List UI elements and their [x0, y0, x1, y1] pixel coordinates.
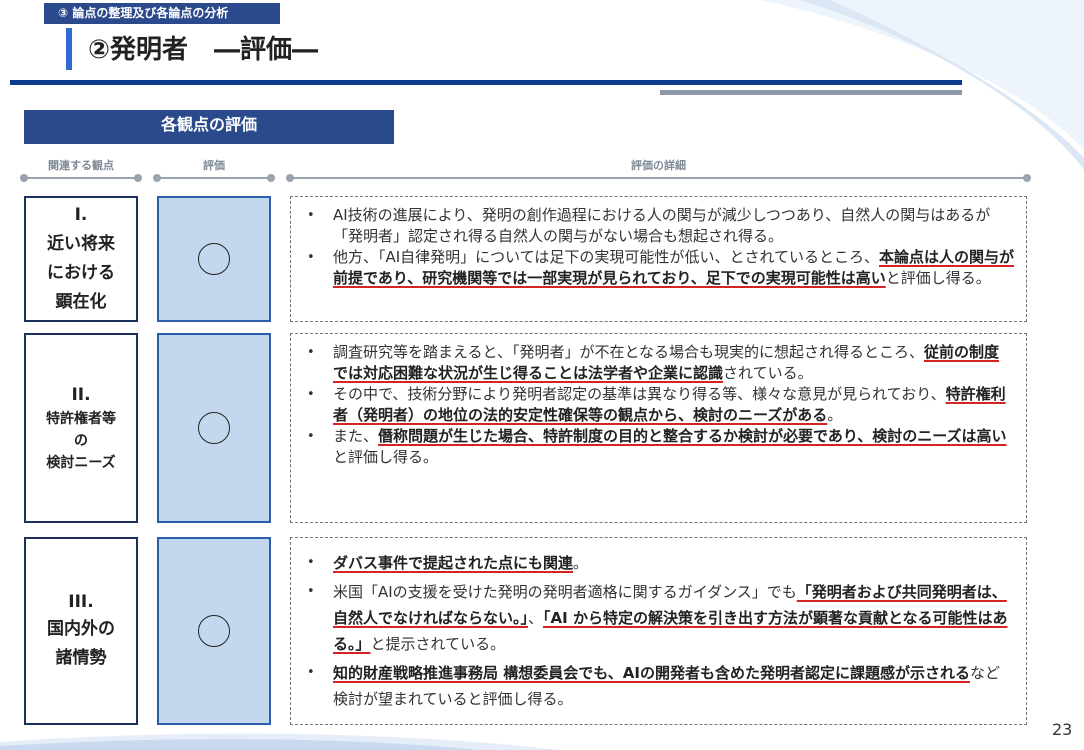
- viewpoint-label-line: 諸情勢: [55, 648, 107, 668]
- bullet-text: また、: [333, 427, 379, 445]
- title-rule-accent: [660, 90, 962, 95]
- evaluation-heading: 各観点の評価: [24, 110, 394, 144]
- detail-box-1: AI技術の進展により、発明の創作過程における人の関与が減少しつつあり、自然人の関…: [290, 196, 1027, 322]
- section-tag: ③ 論点の整理及び各論点の分析: [44, 3, 280, 24]
- detail-bullet: ダバス事件で提起された点にも関連。: [307, 550, 1014, 576]
- column-header-viewpoint: 関連する観点: [48, 159, 114, 172]
- bullet-text: されている。: [723, 364, 813, 382]
- viewpoint-label-line: の: [74, 433, 88, 449]
- viewpoint-number: I.: [74, 205, 88, 225]
- viewpoint-label-1: I. 近い将来 における 顕在化: [24, 196, 138, 322]
- viewpoint-label-line: 特許権者等: [46, 411, 116, 427]
- rating-cell-1: [157, 196, 271, 322]
- bullet-text: その中で、技術分野により発明者認定の基準は異なり得る等、様々な意見が見られており…: [333, 385, 946, 403]
- rating-circle-icon: [198, 615, 230, 647]
- bullet-text: と評価し得る。: [885, 269, 991, 287]
- bullet-text: AI技術の進展により、発明の創作過程における人の関与が減少しつつあり、自然人の関…: [333, 206, 991, 245]
- title-accent-bar: [66, 28, 72, 70]
- rating-cell-3: [157, 537, 271, 725]
- rating-cell-2: [157, 333, 271, 523]
- bullet-text: 米国「AIの支援を受けた発明の発明者適格に関するガイダンス」でも: [333, 583, 797, 601]
- emphasized-text: 知的財産戦略推進事務局 構想委員会でも、AIの開発者も含めた発明者認定に課題感が…: [333, 664, 970, 682]
- column-divider-details: [290, 177, 1027, 179]
- page-title: ②発明者 ―評価―: [88, 35, 319, 65]
- rating-circle-icon: [198, 243, 230, 275]
- emphasized-text: ダバス事件で提起された点にも関連: [333, 554, 574, 572]
- bullet-text: と提示されている。: [370, 635, 506, 653]
- bullet-text: 。: [573, 554, 589, 572]
- viewpoint-label-line: 近い将来: [47, 234, 115, 254]
- detail-list: ダバス事件で提起された点にも関連。米国「AIの支援を受けた発明の発明者適格に関す…: [307, 550, 1014, 712]
- viewpoint-label-2: II. 特許権者等 の 検討ニーズ: [24, 333, 138, 523]
- detail-bullet: 調査研究等を踏まえると、「発明者」が不在となる場合も現実的に想起され得るところ、…: [307, 342, 1014, 384]
- detail-bullet: 知的財産戦略推進事務局 構想委員会でも、AIの開発者も含めた発明者認定に課題感が…: [307, 660, 1014, 712]
- bullet-text: と評価し得る。: [333, 448, 439, 466]
- viewpoint-label-line: 検討ニーズ: [46, 455, 116, 471]
- column-header-details: 評価の詳細: [631, 159, 686, 172]
- bullet-text: 他方、「AI自律発明」については足下の実現可能性が低い、とされているところ、: [333, 248, 879, 266]
- detail-box-2: 調査研究等を踏まえると、「発明者」が不在となる場合も現実的に想起され得るところ、…: [290, 333, 1027, 523]
- detail-list: AI技術の進展により、発明の創作過程における人の関与が減少しつつあり、自然人の関…: [307, 205, 1014, 289]
- detail-list: 調査研究等を踏まえると、「発明者」が不在となる場合も現実的に想起され得るところ、…: [307, 342, 1014, 468]
- column-divider-dot: [286, 174, 294, 182]
- column-divider-dot: [267, 174, 275, 182]
- emphasized-text: 僭称問題が生じた場合、特許制度の目的と整合するか検討が必要であり、検討のニーズは…: [378, 427, 1007, 445]
- viewpoint-label-line: 顕在化: [55, 292, 107, 312]
- detail-box-3: ダバス事件で提起された点にも関連。米国「AIの支援を受けた発明の発明者適格に関す…: [290, 537, 1027, 725]
- detail-bullet: AI技術の進展により、発明の創作過程における人の関与が減少しつつあり、自然人の関…: [307, 205, 1014, 247]
- bullet-text: 調査研究等を踏まえると、「発明者」が不在となる場合も現実的に想起され得るところ、: [333, 343, 925, 361]
- column-divider-dot: [20, 174, 28, 182]
- column-divider-viewpoint: [24, 177, 138, 179]
- column-header-rating: 評価: [203, 159, 225, 172]
- bullet-text: 、: [528, 609, 544, 627]
- bullet-text: 。: [827, 406, 843, 424]
- page-number: 23: [1052, 720, 1073, 739]
- column-divider-dot: [1023, 174, 1031, 182]
- rating-circle-icon: [198, 412, 230, 444]
- column-divider-rating: [157, 177, 271, 179]
- column-divider-dot: [134, 174, 142, 182]
- viewpoint-label-line: 国内外の: [47, 619, 115, 639]
- viewpoint-number: II.: [71, 385, 91, 405]
- viewpoint-label-3: III. 国内外の 諸情勢: [24, 537, 138, 725]
- detail-bullet: また、僭称問題が生じた場合、特許制度の目的と整合するか検討が必要であり、検討のニ…: [307, 426, 1014, 468]
- viewpoint-label-line: における: [47, 263, 115, 283]
- detail-bullet: その中で、技術分野により発明者認定の基準は異なり得る等、様々な意見が見られており…: [307, 384, 1014, 426]
- detail-bullet: 他方、「AI自律発明」については足下の実現可能性が低い、とされているところ、本論…: [307, 247, 1014, 289]
- title-rule: [10, 80, 962, 85]
- detail-bullet: 米国「AIの支援を受けた発明の発明者適格に関するガイダンス」でも「発明者および共…: [307, 579, 1014, 657]
- column-divider-dot: [153, 174, 161, 182]
- viewpoint-number: III.: [68, 592, 94, 612]
